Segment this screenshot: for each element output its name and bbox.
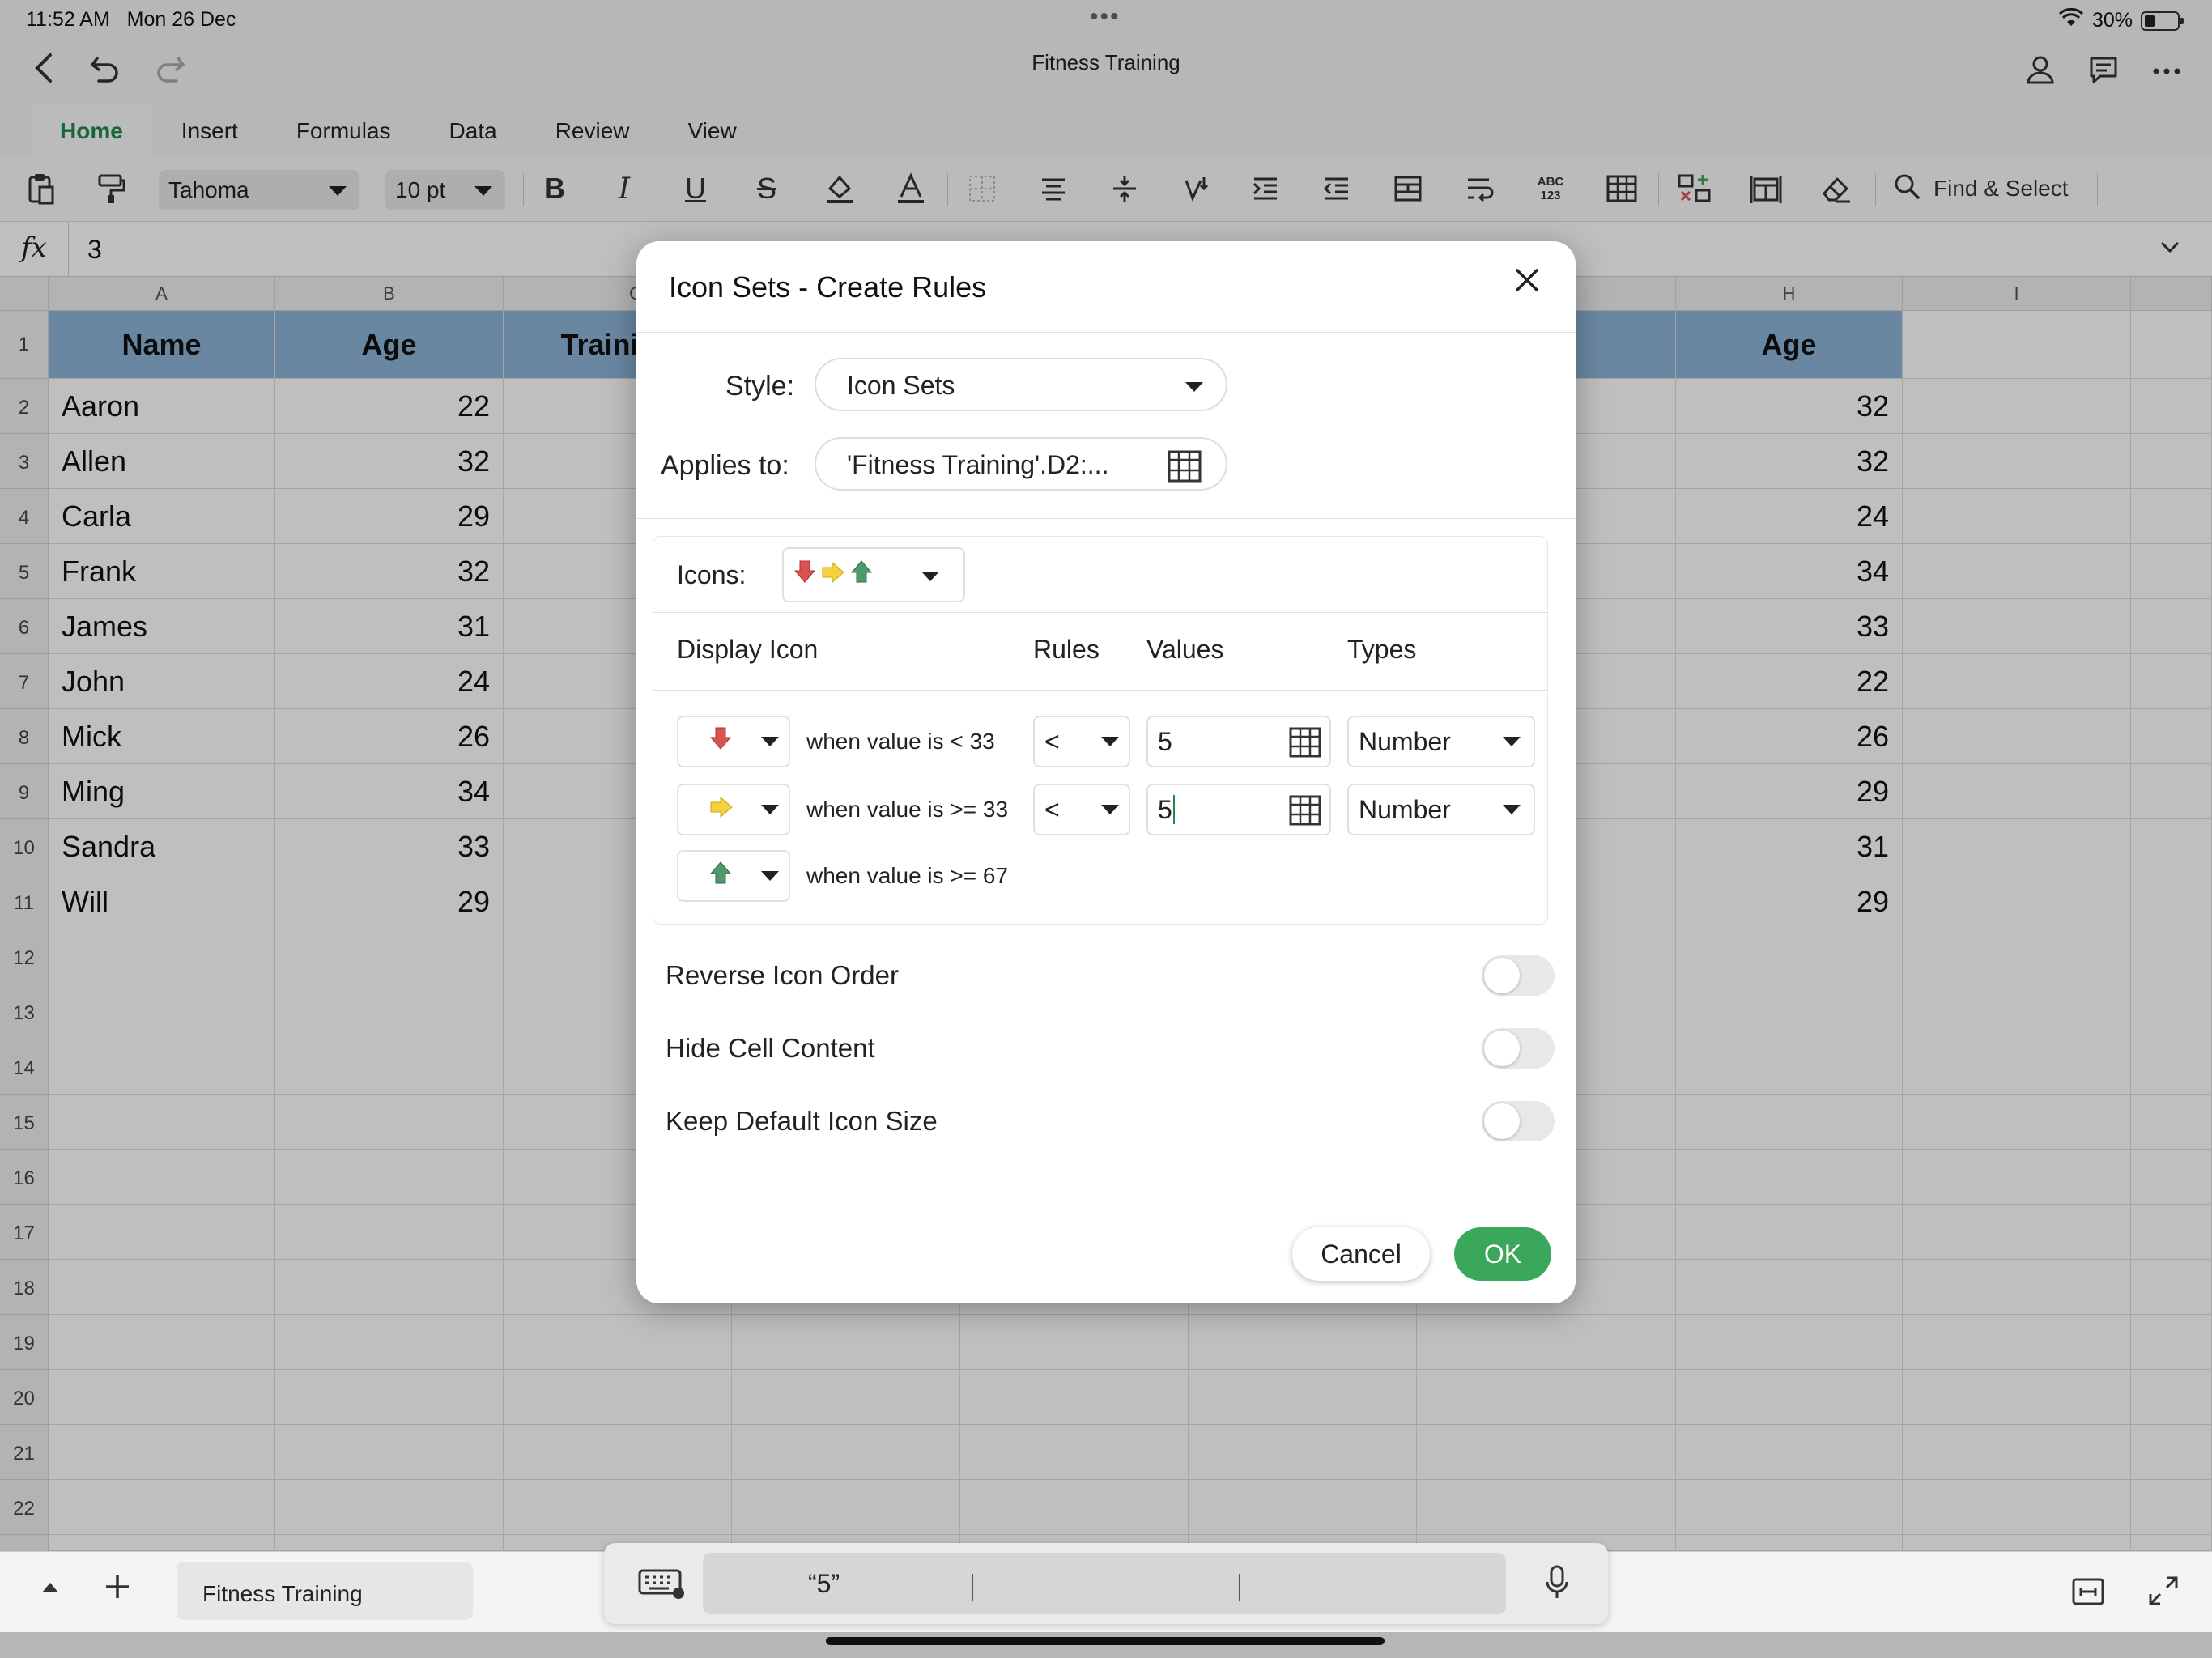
fullscreen-icon[interactable] — [2147, 1575, 2180, 1611]
rule-icon-dropdown-1[interactable] — [677, 716, 790, 767]
reverse-icon-order-label: Reverse Icon Order — [666, 960, 899, 990]
home-indicator[interactable] — [826, 1637, 1385, 1645]
chevron-down-icon — [1503, 737, 1521, 746]
suggestion-strip: “5” — [703, 1553, 1506, 1614]
style-label: Style: — [725, 371, 795, 402]
icon-sets-dialog: Icon Sets - Create Rules Style: Icon Set… — [636, 241, 1576, 1303]
rule-value-input-1[interactable]: 5 — [1146, 716, 1331, 767]
text-cursor — [1172, 795, 1175, 824]
chevron-down-icon — [921, 572, 939, 581]
microphone-icon[interactable] — [1545, 1564, 1569, 1605]
rule-description-1: when value is < 33 — [806, 729, 995, 754]
keep-default-icon-size-toggle[interactable] — [1482, 1101, 1555, 1141]
range-picker-icon[interactable] — [1289, 795, 1321, 832]
applies-to-field[interactable]: 'Fitness Training'.D2:... — [815, 437, 1227, 491]
column-types: Types — [1347, 635, 1417, 664]
rule-value-input-2[interactable]: 5 — [1146, 784, 1331, 835]
sheet-tab[interactable]: Fitness Training — [177, 1562, 473, 1620]
dialog-title: Icon Sets - Create Rules — [669, 270, 987, 304]
add-sheet-icon[interactable] — [104, 1573, 131, 1605]
rule-icon-dropdown-3[interactable] — [677, 850, 790, 902]
fit-screen-icon[interactable] — [2071, 1576, 2105, 1611]
column-display-icon: Display Icon — [677, 635, 819, 664]
yellow-right-arrow-icon — [709, 795, 734, 825]
rule-description-2: when value is >= 33 — [806, 797, 1009, 822]
chevron-down-icon — [761, 737, 779, 746]
close-icon[interactable] — [1511, 264, 1543, 304]
chevron-down-icon — [761, 871, 779, 881]
applies-to-label: Applies to: — [661, 450, 789, 481]
icon-set-dropdown[interactable] — [782, 547, 965, 602]
rule-operator-1[interactable]: < — [1033, 716, 1130, 767]
chevron-down-icon — [761, 805, 779, 814]
keyboard-icon[interactable] — [638, 1567, 687, 1604]
chevron-down-icon — [1503, 805, 1521, 814]
rule-icon-dropdown-2[interactable] — [677, 784, 790, 835]
chevron-down-icon — [1101, 737, 1119, 746]
rule-type-dropdown-2[interactable]: Number — [1347, 784, 1535, 835]
icons-label: Icons: — [677, 560, 747, 589]
column-values: Values — [1146, 635, 1224, 664]
green-up-arrow-icon — [850, 559, 873, 590]
yellow-right-arrow-icon — [821, 560, 845, 590]
range-picker-icon[interactable] — [1289, 727, 1321, 764]
column-rules: Rules — [1033, 635, 1100, 664]
red-down-arrow-icon — [709, 726, 732, 757]
rule-type-dropdown-1[interactable]: Number — [1347, 716, 1535, 767]
rule-description-3: when value is >= 67 — [806, 863, 1009, 888]
rule-operator-2[interactable]: < — [1033, 784, 1130, 835]
cancel-button[interactable]: Cancel — [1292, 1227, 1430, 1281]
keyboard-suggestion-bar: “5” — [604, 1543, 1608, 1624]
range-picker-icon[interactable] — [1168, 450, 1202, 489]
chevron-down-icon — [1185, 382, 1203, 392]
green-up-arrow-icon — [709, 861, 732, 891]
style-dropdown[interactable]: Icon Sets — [815, 358, 1227, 411]
keep-default-icon-size-label: Keep Default Icon Size — [666, 1106, 938, 1136]
suggestion-item[interactable]: “5” — [808, 1569, 840, 1599]
sheet-list-up-icon[interactable] — [39, 1579, 62, 1600]
chevron-down-icon — [1101, 805, 1119, 814]
hide-cell-content-label: Hide Cell Content — [666, 1033, 875, 1063]
hide-cell-content-toggle[interactable] — [1482, 1028, 1555, 1069]
red-down-arrow-icon — [793, 559, 816, 590]
reverse-icon-order-toggle[interactable] — [1482, 955, 1555, 996]
ok-button[interactable]: OK — [1454, 1227, 1551, 1281]
